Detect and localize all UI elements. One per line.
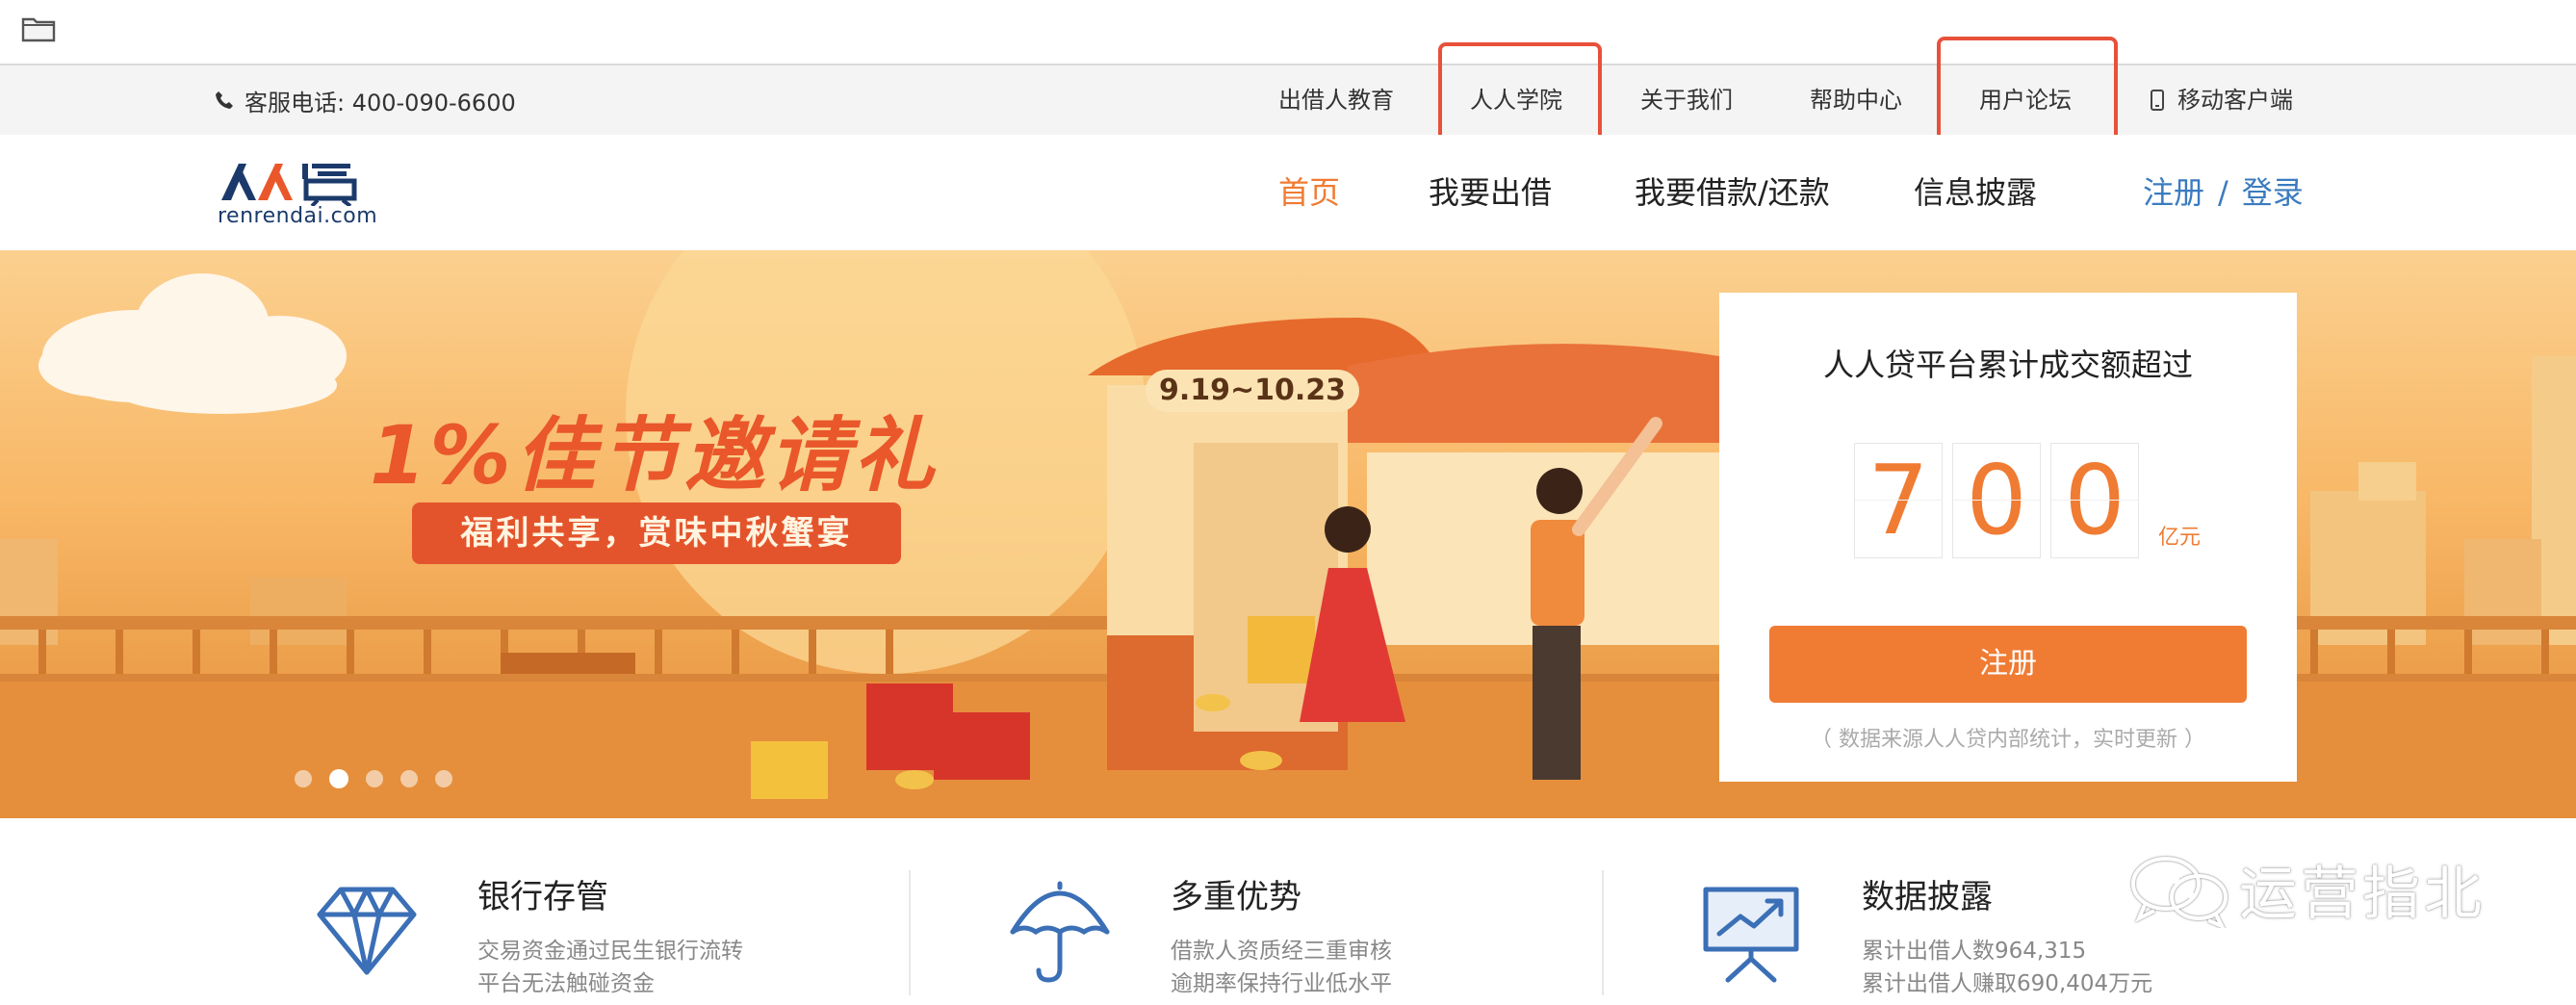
link-about-us[interactable]: 关于我们: [1640, 65, 1733, 135]
logo-mark-icon: [221, 164, 357, 208]
watermark: 运营指北: [2127, 847, 2486, 931]
watermark-text: 运营指北: [2239, 861, 2486, 928]
feature-title: 银行存管: [477, 878, 608, 916]
main-header: renrendai.com 首页 我要出借 我要借款/还款 信息披露 注册 / 登录: [0, 135, 2576, 250]
promo-date: 9.19~10.23: [1146, 370, 1359, 412]
umbrella-icon: [1010, 881, 1110, 983]
stats-source-note: （ 数据来源人人贷内部统计，实时更新 ）: [1811, 728, 2205, 752]
feature-desc-line1: 交易资金通过民生银行流转: [477, 939, 743, 964]
register-button[interactable]: 注册: [1769, 626, 2247, 703]
link-help-center[interactable]: 帮助中心: [1810, 65, 1902, 135]
counter-unit: 亿元: [2158, 526, 2202, 550]
mobile-phone-icon: [2151, 90, 2164, 111]
feature-desc-line2: 平台无法触碰资金: [477, 971, 655, 996]
wechat-icon: [2131, 856, 2228, 928]
nav-lend[interactable]: 我要出借: [1429, 135, 1552, 250]
carousel-dot-2[interactable]: [329, 769, 348, 788]
nav-disclosure[interactable]: 信息披露: [1914, 135, 2037, 250]
feature-title: 数据披露: [1862, 878, 1993, 916]
renrendai-logo[interactable]: renrendai.com: [218, 158, 381, 235]
nav-borrow-repay[interactable]: 我要借款/还款: [1635, 135, 1830, 250]
feature-divider: [909, 870, 911, 995]
link-lender-education[interactable]: 出借人教育: [1278, 65, 1394, 135]
annotation-box-forum: [1937, 37, 2118, 150]
logo-domain-text: renrendai.com: [218, 204, 378, 228]
counter-digit: 0: [2050, 443, 2139, 558]
register-link[interactable]: 注册: [2143, 174, 2204, 211]
top-utility-bar: 客服电话: 400-090-6600 出借人教育 人人学院 关于我们 帮助中心 …: [0, 65, 2576, 135]
nav-home[interactable]: 首页: [1278, 135, 1340, 250]
carousel-dot-3[interactable]: [366, 770, 383, 787]
feature-multi-advantages[interactable]: 多重优势 借款人资质经三重审核 逾期率保持行业低水平: [1007, 818, 1681, 1005]
promo-title: 1%佳节邀请礼: [370, 408, 939, 502]
counter-digit: 0: [1952, 443, 2041, 558]
hotline-text: 客服电话: 400-090-6600: [245, 89, 516, 116]
feature-desc-line2: 累计出借人赚取690,404万元: [1862, 971, 2153, 996]
promo-subtitle: 福利共享，赏味中秋蟹宴: [412, 502, 901, 564]
feature-title: 多重优势: [1171, 878, 1301, 916]
folder-icon[interactable]: [21, 15, 56, 42]
auth-separator: /: [2218, 174, 2228, 211]
feature-divider: [1602, 870, 1604, 995]
diamond-icon: [317, 887, 417, 975]
feature-desc-line1: 累计出借人数964,315: [1862, 939, 2087, 964]
mobile-client-label: 移动客户端: [2177, 87, 2293, 114]
phone-icon: [216, 91, 233, 109]
carousel-dot-4[interactable]: [400, 770, 418, 787]
volume-counter: 7 0 0: [1854, 443, 2139, 558]
login-link[interactable]: 登录: [2242, 174, 2304, 211]
carousel-dots: [295, 769, 452, 788]
feature-desc-line1: 借款人资质经三重审核: [1171, 939, 1392, 964]
stats-card: 人人贷平台累计成交额超过 7 0 0 亿元 注册 （ 数据来源人人贷内部统计，实…: [1719, 293, 2297, 782]
carousel-dot-1[interactable]: [295, 770, 312, 787]
chart-board-icon: [1703, 887, 1799, 983]
customer-hotline: 客服电话: 400-090-6600: [214, 65, 516, 135]
feature-desc-line2: 逾期率保持行业低水平: [1171, 971, 1392, 996]
browser-toolbar: [0, 0, 2576, 65]
stats-title: 人人贷平台累计成交额超过: [1822, 347, 2193, 383]
link-mobile-client[interactable]: 移动客户端: [2151, 65, 2293, 135]
carousel-dot-5[interactable]: [435, 770, 452, 787]
auth-links: 注册 / 登录: [2143, 135, 2304, 250]
feature-bank-custody[interactable]: 银行存管 交易资金通过民生银行流转 平台无法触碰资金: [314, 818, 988, 1005]
counter-digit: 7: [1854, 443, 1943, 558]
